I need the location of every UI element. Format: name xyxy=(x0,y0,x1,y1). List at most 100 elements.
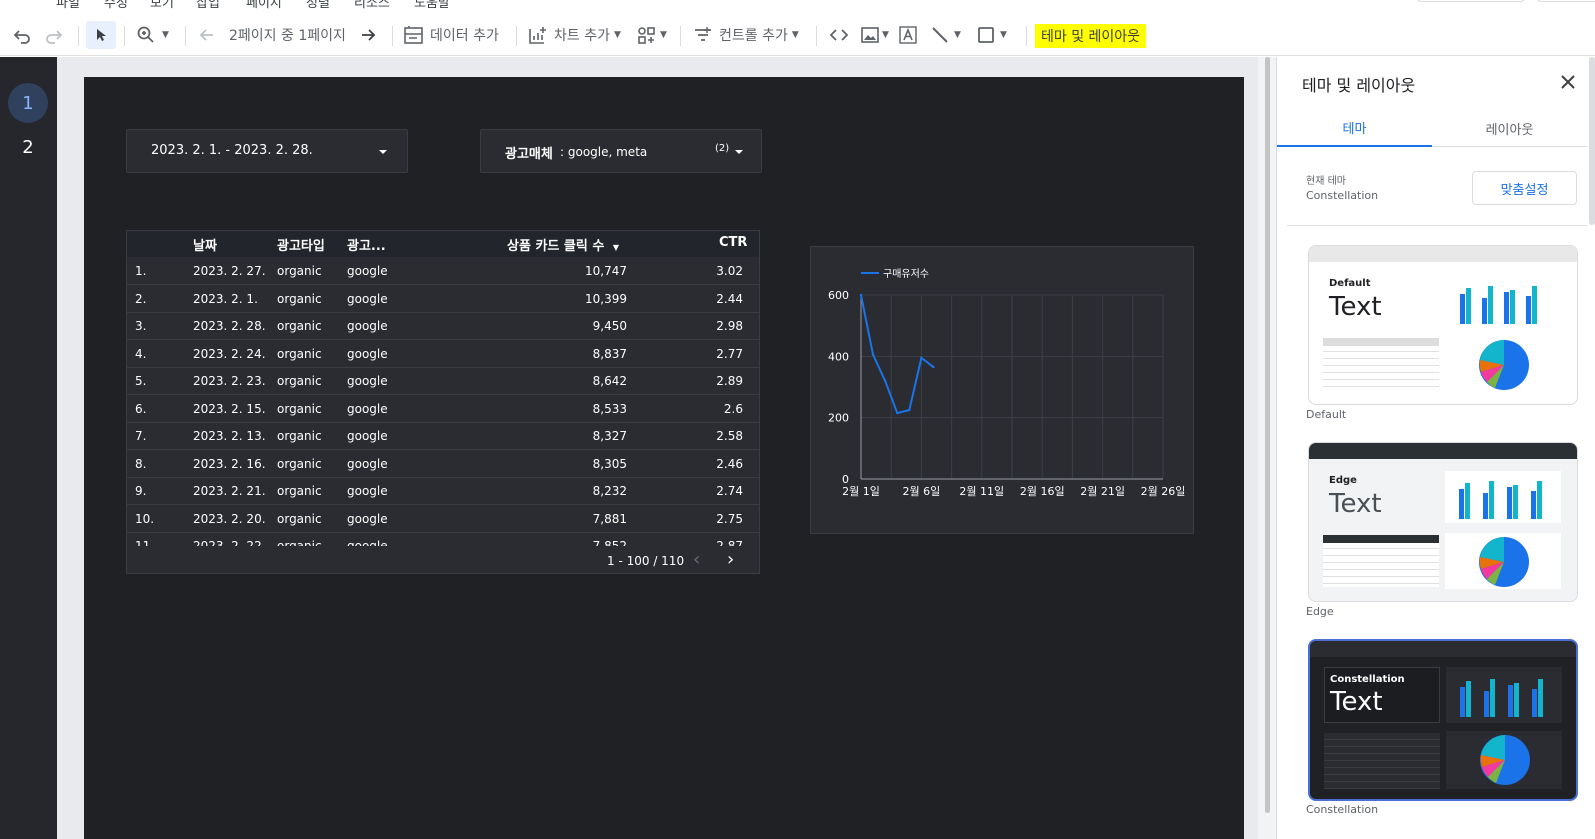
x-tick-label: 2월 11일 xyxy=(959,484,1004,498)
table-cell-type: organic xyxy=(277,319,322,333)
image-button[interactable]: ▼ xyxy=(860,21,889,49)
next-page-button[interactable] xyxy=(358,21,378,49)
prev-page-button[interactable] xyxy=(197,21,217,49)
next-page-arrow-icon[interactable]: › xyxy=(727,549,734,570)
table-row[interactable]: 8. 2023. 2. 16. organic google 8,305 2.46 xyxy=(127,450,759,478)
menu-edit[interactable]: 수정 xyxy=(104,0,128,11)
menu-resource[interactable]: 리소스 xyxy=(354,0,390,11)
menu-arrange[interactable]: 정렬 xyxy=(306,0,330,11)
menubar: 파일 수정 보기 삽입 페이지 정렬 리소스 도움말 xyxy=(0,0,1595,16)
tab-theme[interactable]: 테마 xyxy=(1277,109,1432,147)
column-header-media[interactable]: 광고... xyxy=(347,235,386,254)
table-row[interactable]: 7. 2023. 2. 13. organic google 8,327 2.58 xyxy=(127,422,759,450)
media-filter-count: (2) xyxy=(715,143,730,154)
x-tick-label: 2월 1일 xyxy=(842,484,880,498)
table-cell-n: 6. xyxy=(135,401,147,416)
table-cell-n: 7. xyxy=(135,429,147,443)
theme-card-label: Default xyxy=(1306,408,1347,421)
table-row[interactable]: 5. 2023. 2. 23. organic google 8,642 2.89 xyxy=(127,367,759,395)
menu-help[interactable]: 도움말 xyxy=(414,0,450,11)
table-cell-clicks: 9,450 xyxy=(592,319,627,333)
line-button[interactable]: ▼ xyxy=(930,21,961,49)
media-filter-control[interactable]: 광고매체 : google, meta (2) xyxy=(480,129,762,173)
theme-preview-pie-chart xyxy=(1479,537,1529,587)
panel-scrollbar[interactable] xyxy=(1589,57,1595,225)
theme-sample-title: Edge xyxy=(1329,475,1357,486)
tab-layout[interactable]: 레이아웃 xyxy=(1432,109,1587,147)
table-cell-clicks: 8,642 xyxy=(592,374,627,388)
theme-preview-header xyxy=(1309,246,1577,262)
theme-card-default[interactable]: Default Text xyxy=(1308,245,1578,405)
date-range-control[interactable]: 2023. 2. 1. - 2023. 2. 28. xyxy=(126,129,408,173)
select-tool-button[interactable] xyxy=(86,21,116,49)
current-theme-value: Constellation xyxy=(1306,189,1379,202)
data-point xyxy=(908,408,911,412)
customize-button[interactable]: 맞춤설정 xyxy=(1472,171,1577,205)
canvas-scrollbar[interactable] xyxy=(1265,57,1270,813)
column-header-date[interactable]: 날짜 xyxy=(193,235,217,254)
text-button[interactable] xyxy=(898,21,918,49)
column-header-ctr[interactable]: CTR xyxy=(719,235,747,250)
table-row[interactable]: 1. 2023. 2. 27. organic google 10,747 3.02 xyxy=(127,257,759,285)
table-cell-ctr: 2.6 xyxy=(723,401,743,416)
table-cell-ctr: 2.89 xyxy=(716,374,743,388)
top-action-button-2[interactable] xyxy=(1536,0,1595,2)
menu-view[interactable]: 보기 xyxy=(150,0,174,11)
table-cell-ctr: 2.75 xyxy=(716,511,743,526)
add-data-icon xyxy=(404,26,423,44)
community-components-icon xyxy=(638,27,655,44)
page-2-item[interactable]: 2 xyxy=(8,127,48,167)
table-cell-media: google xyxy=(347,401,388,416)
table-cell-type: organic xyxy=(277,264,322,278)
table-row[interactable]: 9. 2023. 2. 21. organic google 8,232 2.74 xyxy=(127,477,759,505)
table-cell-media: google xyxy=(347,511,388,526)
table-row[interactable]: 4. 2023. 2. 24. organic google 8,837 2.77 xyxy=(127,340,759,368)
table-cell-clicks: 8,837 xyxy=(592,346,627,361)
panel-title: 테마 및 레이아웃 xyxy=(1302,76,1416,95)
table-row[interactable]: 6. 2023. 2. 15. organic google 8,533 2.6 xyxy=(127,395,759,423)
page-1-item[interactable]: 1 xyxy=(8,83,48,123)
add-control-button[interactable]: 컨트롤 추가 ▼ xyxy=(692,21,799,49)
theme-sample-text: Text xyxy=(1329,489,1382,519)
menu-file[interactable]: 파일 xyxy=(56,0,80,11)
add-data-button[interactable]: 데이터 추가 xyxy=(403,21,499,49)
theme-layout-button[interactable]: 테마 및 레이아웃 xyxy=(1035,24,1147,48)
table-cell-ctr: 3.02 xyxy=(716,264,743,278)
data-point xyxy=(920,356,923,360)
top-action-button[interactable] xyxy=(1416,0,1526,2)
add-chart-button[interactable]: 차트 추가 ▼ xyxy=(527,21,621,49)
menu-insert[interactable]: 삽입 xyxy=(196,0,220,11)
table-row[interactable]: 10. 2023. 2. 20. organic google 7,881 2.75 xyxy=(127,505,759,533)
zoom-button[interactable]: ▼ xyxy=(136,21,169,49)
theme-layout-panel: 테마 및 레이아웃 테마 레이아웃 현재 테마 Constellation 맞춤… xyxy=(1276,57,1595,839)
prev-page-arrow-icon[interactable]: ‹ xyxy=(693,549,700,570)
redo-button[interactable] xyxy=(44,21,64,49)
shape-button[interactable]: ▼ xyxy=(976,21,1007,49)
theme-card-edge[interactable]: Edge Text xyxy=(1308,442,1578,602)
table-cell-media: google xyxy=(347,319,388,333)
undo-button[interactable] xyxy=(12,21,32,49)
table-row[interactable]: 2. 2023. 2. 1. organic google 10,399 2.44 xyxy=(127,285,759,313)
community-viz-button[interactable]: ▼ xyxy=(636,21,667,49)
theme-card-constellation[interactable]: Constellation Text xyxy=(1308,639,1578,801)
series-line xyxy=(860,294,935,415)
column-header-clicks[interactable]: 상품 카드 클릭 수 ▼ xyxy=(507,235,619,254)
menu-page[interactable]: 페이지 xyxy=(246,0,282,11)
table-cell-date: 2023. 2. 15. xyxy=(193,401,266,416)
line-chart[interactable]: 0 200 400 600 2월 1일 2월 6일 2월 11일 2월 16일 2월 21일 2월… xyxy=(810,246,1194,534)
separator xyxy=(680,26,681,46)
line-icon xyxy=(932,27,948,43)
panel-section-divider xyxy=(1287,225,1587,226)
close-icon[interactable] xyxy=(1555,69,1581,95)
embed-code-button[interactable] xyxy=(828,21,850,49)
filter-control-icon xyxy=(695,27,711,41)
table-cell-type: organic xyxy=(277,429,322,443)
table-row[interactable]: 3. 2023. 2. 28. organic google 9,450 2.98 xyxy=(127,312,759,340)
column-header-ad-type[interactable]: 광고타입 xyxy=(277,235,325,254)
rectangle-icon xyxy=(978,27,994,43)
image-icon xyxy=(861,27,879,43)
data-point xyxy=(871,353,875,356)
theme-preview-table xyxy=(1323,338,1439,390)
theme-sample-text: Text xyxy=(1330,687,1383,717)
table-cell-date: 2023. 2. 1. xyxy=(193,291,258,306)
